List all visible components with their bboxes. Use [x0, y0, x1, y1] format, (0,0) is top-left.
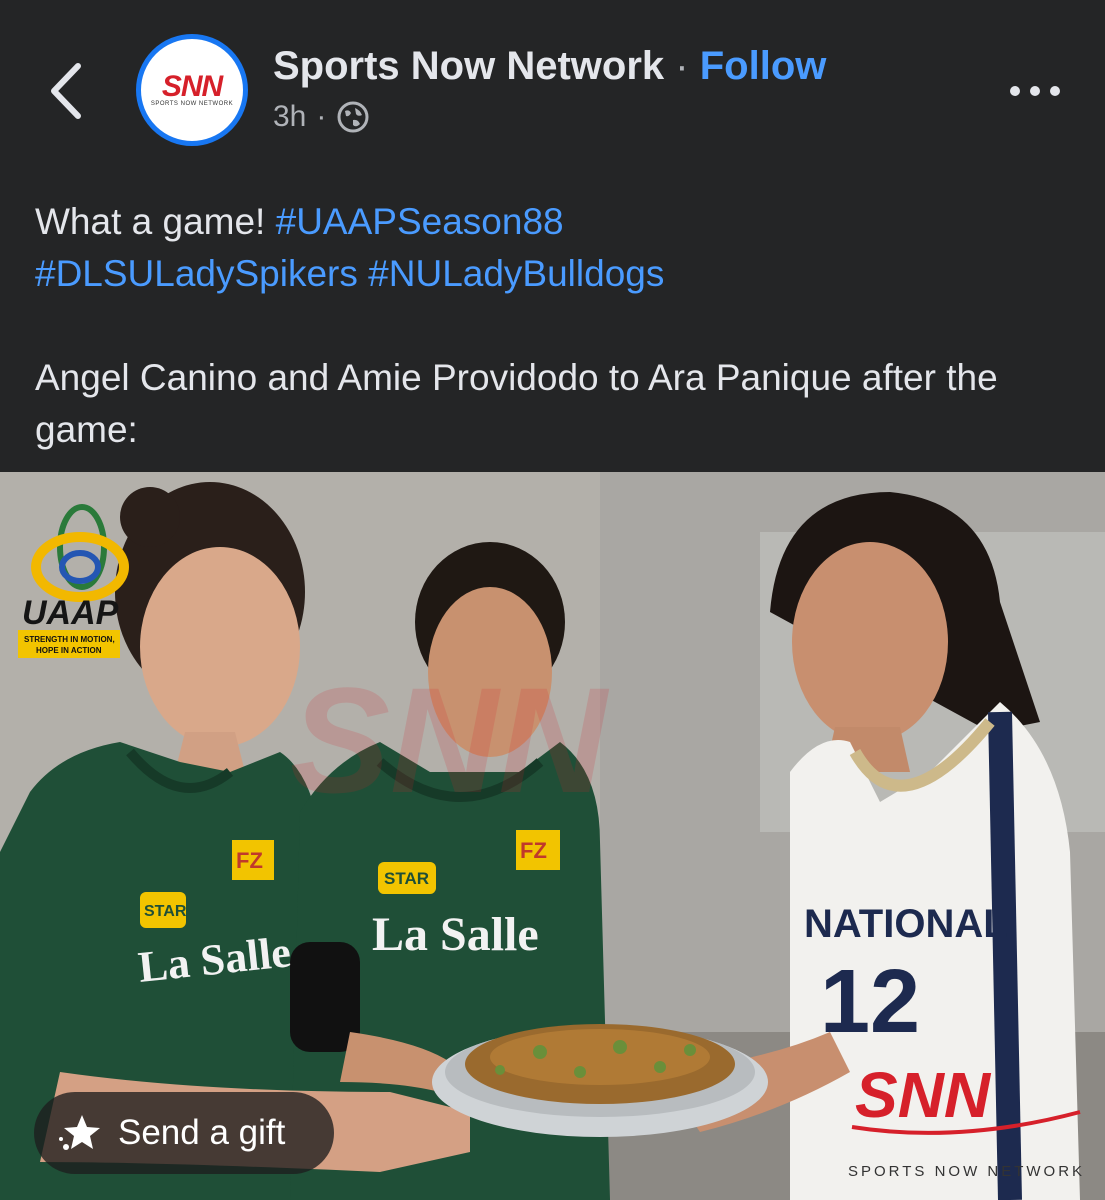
hashtag-link[interactable]: #UAAPSeason88	[276, 201, 564, 242]
page-name[interactable]: Sports Now Network	[273, 44, 664, 88]
hashtag-link[interactable]: #DLSULadySpikers	[35, 253, 358, 294]
post-meta: 3h ·	[273, 100, 370, 134]
sponsor-star: STAR	[384, 869, 429, 888]
snn-watermark-logo: SNN	[855, 1059, 992, 1131]
hashtag-link[interactable]: #NULadyBulldogs	[368, 253, 664, 294]
timestamp[interactable]: 3h	[273, 100, 306, 134]
globe-icon	[337, 101, 369, 133]
jersey-right-number: 12	[820, 952, 920, 1052]
sponsor-star: STAR	[144, 903, 187, 920]
jersey-right-team: NATIONAL	[804, 902, 1008, 946]
jersey-middle-team: La Salle	[372, 908, 539, 961]
gift-sparkle-icon	[59, 1115, 100, 1150]
caption-body: Angel Canino and Amie Providodo to Ara P…	[35, 357, 998, 450]
photo-illustration: UAAP STRENGTH IN MOTION, HOPE IN ACTION …	[0, 472, 1105, 1200]
follow-button[interactable]: Follow	[700, 44, 827, 88]
snn-watermark-text: SPORTS NOW NETWORK	[848, 1163, 1085, 1180]
sponsor-fz: FZ	[236, 848, 263, 873]
sponsor-fz: FZ	[520, 838, 547, 863]
send-gift-label: Send a gift	[118, 1113, 286, 1152]
meta-separator: ·	[316, 100, 327, 133]
post-photo[interactable]: UAAP STRENGTH IN MOTION, HOPE IN ACTION …	[0, 472, 1105, 1200]
chevron-left-icon[interactable]	[40, 58, 92, 124]
avatar[interactable]: SNN SPORTS NOW NETWORK	[136, 34, 248, 146]
page-name-row: Sports Now Network · Follow	[273, 44, 826, 89]
caption-intro: What a game!	[35, 201, 266, 242]
caption-line-1: What a game! #UAAPSeason88	[35, 196, 1075, 248]
avatar-subtitle: SPORTS NOW NETWORK	[150, 101, 234, 107]
post-header: SNN SPORTS NOW NETWORK Sports Now Networ…	[0, 0, 1105, 175]
uaap-logo-text: UAAP	[22, 594, 119, 632]
background-watermark: SNN	[290, 656, 609, 824]
separator: ·	[675, 44, 689, 88]
uaap-tagline-2: HOPE IN ACTION	[36, 646, 102, 655]
more-horizontal-icon[interactable]	[1005, 80, 1065, 102]
uaap-tagline-1: STRENGTH IN MOTION,	[24, 635, 115, 644]
avatar-logo: SNN	[161, 70, 223, 103]
post-caption: What a game! #UAAPSeason88 #DLSULadySpik…	[35, 196, 1075, 456]
caption-line-2: #DLSULadySpikers #NULadyBulldogs	[35, 248, 1075, 300]
send-gift-button[interactable]: Send a gift	[34, 1092, 334, 1174]
